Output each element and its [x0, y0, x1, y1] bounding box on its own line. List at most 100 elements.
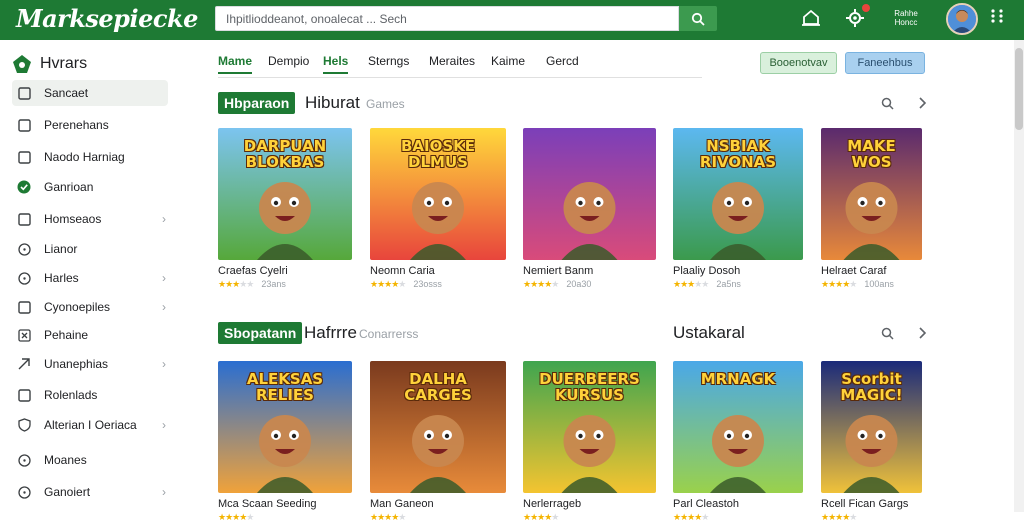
section-search-button[interactable] — [879, 95, 895, 111]
sidebar: Hvrars Sancaet Perenehans Naodo Harniag Gan… — [0, 40, 190, 512]
sidebar-item-10[interactable]: Unanephias › — [12, 351, 168, 377]
game-thumbnail[interactable] — [523, 128, 656, 260]
game-art-title: DALHA CARGES — [404, 370, 472, 404]
tab-5[interactable]: Meraites — [429, 54, 475, 68]
game-title[interactable]: Man Ganeon — [370, 498, 506, 510]
game-card[interactable]: BAIOSKE DLMUS Neomn Caria ★★★★★ 23osss — [370, 128, 506, 290]
game-title[interactable]: Nerlerrageb — [523, 498, 656, 510]
sidebar-item-14[interactable]: Ganoiert › — [12, 479, 168, 505]
game-meta: ★★★★★ 20a30 — [523, 279, 656, 290]
section-subtitle[interactable]: Games — [366, 97, 405, 111]
primary-action-button[interactable]: Booenotvav — [760, 52, 837, 74]
avatar[interactable] — [946, 3, 978, 35]
game-title[interactable]: Parl Cleastoh — [673, 498, 803, 510]
game-thumbnail[interactable]: BAIOSKE DLMUS — [370, 128, 506, 260]
sidebar-item-7[interactable]: Harles › — [12, 265, 168, 291]
app-logo[interactable]: Marksepiecke — [16, 4, 198, 33]
account-label[interactable]: Rahhe Honcc — [886, 9, 926, 27]
sidebar-item-13[interactable]: Moanes — [12, 447, 168, 473]
circle-icon — [17, 271, 31, 285]
tab-7[interactable]: Gercd — [546, 54, 579, 68]
square-icon — [17, 300, 31, 314]
secondary-action-button[interactable]: Faneehbus — [845, 52, 925, 74]
more-menu-button[interactable] — [990, 8, 1004, 24]
review-count: 2a5ns — [716, 279, 741, 289]
sidebar-item-5[interactable]: Homseaos › — [12, 206, 168, 232]
circle-icon — [17, 485, 31, 499]
game-card[interactable]: MRNAGK Parl Cleastoh ★★★★★ — [673, 361, 803, 523]
game-art-title: DARPUAN BLOKBAS — [243, 137, 327, 171]
game-art-title: MRNAGK — [700, 370, 776, 388]
game-meta: ★★★★★ — [523, 512, 656, 523]
sidebar-item-3[interactable]: Naodo Harniag — [12, 144, 168, 170]
brand-leaf-icon — [13, 55, 31, 73]
game-title[interactable]: Helraet Caraf — [821, 265, 922, 277]
game-thumbnail[interactable]: NSBIAK RIVONAS — [673, 128, 803, 260]
tab-3[interactable]: Hels — [323, 54, 349, 74]
game-card[interactable]: DUERBEERS KURSUS Nerlerrageb ★★★★★ — [523, 361, 656, 523]
game-thumbnail[interactable]: MRNAGK — [673, 361, 803, 493]
game-title[interactable]: Rcell Fican Gargs — [821, 498, 922, 510]
sidebar-item-label: Harles — [44, 271, 79, 285]
game-thumbnail[interactable]: DALHA CARGES — [370, 361, 506, 493]
game-thumbnail[interactable]: ALEKSAS RELIES — [218, 361, 352, 493]
game-thumbnail[interactable]: DUERBEERS KURSUS — [523, 361, 656, 493]
game-meta: ★★★★★ — [218, 512, 352, 523]
section-next-button[interactable] — [914, 95, 930, 111]
review-count: 20a30 — [566, 279, 592, 289]
section-title: Hiburat — [305, 93, 360, 112]
tab-6[interactable]: Kaime — [491, 54, 525, 68]
game-title[interactable]: Nemiert Banm — [523, 265, 656, 277]
square-icon — [17, 118, 31, 132]
tab-1[interactable]: Mame — [218, 54, 253, 74]
sidebar-item-1[interactable]: Sancaet — [12, 80, 168, 106]
store-button[interactable] — [800, 6, 822, 30]
game-title[interactable]: Mca Scaan Seeding — [218, 498, 352, 510]
sidebar-item-8[interactable]: Cyonoepiles › — [12, 294, 168, 320]
sidebar-item-2[interactable]: Perenehans — [12, 112, 168, 138]
game-card[interactable]: DARPUAN BLOKBAS Craefas Cyelri ★★★★★ 23ans — [218, 128, 352, 290]
rating-stars: ★★★★★ — [673, 279, 709, 289]
sidebar-item-label: Naodo Harniag — [44, 150, 125, 164]
scrollbar-thumb[interactable] — [1015, 48, 1023, 130]
gear-icon — [846, 9, 864, 27]
sidebar-item-12[interactable]: Alterian I Oeriaca › — [12, 412, 168, 438]
chevron-right-icon: › — [162, 357, 166, 371]
review-count: 23ans — [261, 279, 286, 289]
search-input[interactable]: Ihpitlioddeanot, onoalecat ... Sech — [215, 6, 679, 31]
game-card[interactable]: ALEKSAS RELIES Mca Scaan Seeding ★★★★★ — [218, 361, 352, 523]
section-search-button[interactable] — [879, 325, 895, 341]
rating-stars: ★★★★★ — [370, 279, 406, 289]
sidebar-item-label: Alterian I Oeriaca — [44, 418, 137, 432]
tab-4[interactable]: Sterngs — [368, 54, 409, 68]
sidebar-header[interactable]: Hvrars — [12, 54, 87, 74]
game-card[interactable]: Scorbit MAGIC! Rcell Fican Gargs ★★★★★ — [821, 361, 922, 523]
sidebar-item-label: Sancaet — [44, 86, 89, 100]
chevron-right-icon: › — [162, 212, 166, 226]
game-title[interactable]: Neomn Caria — [370, 265, 506, 277]
sidebar-item-4[interactable]: Ganrioan — [12, 174, 168, 200]
rating-stars: ★★★★★ — [821, 279, 857, 289]
sidebar-item-label: Rolenlads — [44, 388, 98, 402]
tab-2[interactable]: Dempio — [268, 54, 309, 68]
game-card[interactable]: NSBIAK RIVONAS Plaaliy Dosoh ★★★★★ 2a5ns — [673, 128, 803, 290]
game-thumbnail[interactable]: DARPUAN BLOKBAS — [218, 128, 352, 260]
search-button[interactable] — [679, 6, 717, 31]
game-title[interactable]: Craefas Cyelri — [218, 265, 352, 277]
game-card[interactable]: DALHA CARGES Man Ganeon ★★★★★ — [370, 361, 506, 523]
sidebar-item-11[interactable]: Rolenlads — [12, 382, 168, 408]
game-card[interactable]: Nemiert Banm ★★★★★ 20a30 — [523, 128, 656, 290]
tab-bar: Mame Dempio Hels Sterngs Meraites Kaime Gercd — [218, 52, 702, 78]
game-card[interactable]: MAKE WOS Helraet Caraf ★★★★★ 100ans — [821, 128, 922, 290]
game-thumbnail[interactable]: MAKE WOS — [821, 128, 922, 260]
game-thumbnail[interactable]: Scorbit MAGIC! — [821, 361, 922, 493]
sidebar-item-9[interactable]: Pehaine — [12, 322, 168, 348]
section-next-button[interactable] — [914, 325, 930, 341]
section-subtitle[interactable]: Conarrerss — [359, 327, 418, 341]
sidebar-item-6[interactable]: Lianor — [12, 236, 168, 262]
game-title[interactable]: Plaaliy Dosoh — [673, 265, 803, 277]
game-meta: ★★★★★ — [821, 512, 922, 523]
game-artwork — [523, 128, 656, 260]
section-badge: Hbparaon — [218, 92, 296, 114]
rating-stars: ★★★★★ — [821, 512, 857, 522]
